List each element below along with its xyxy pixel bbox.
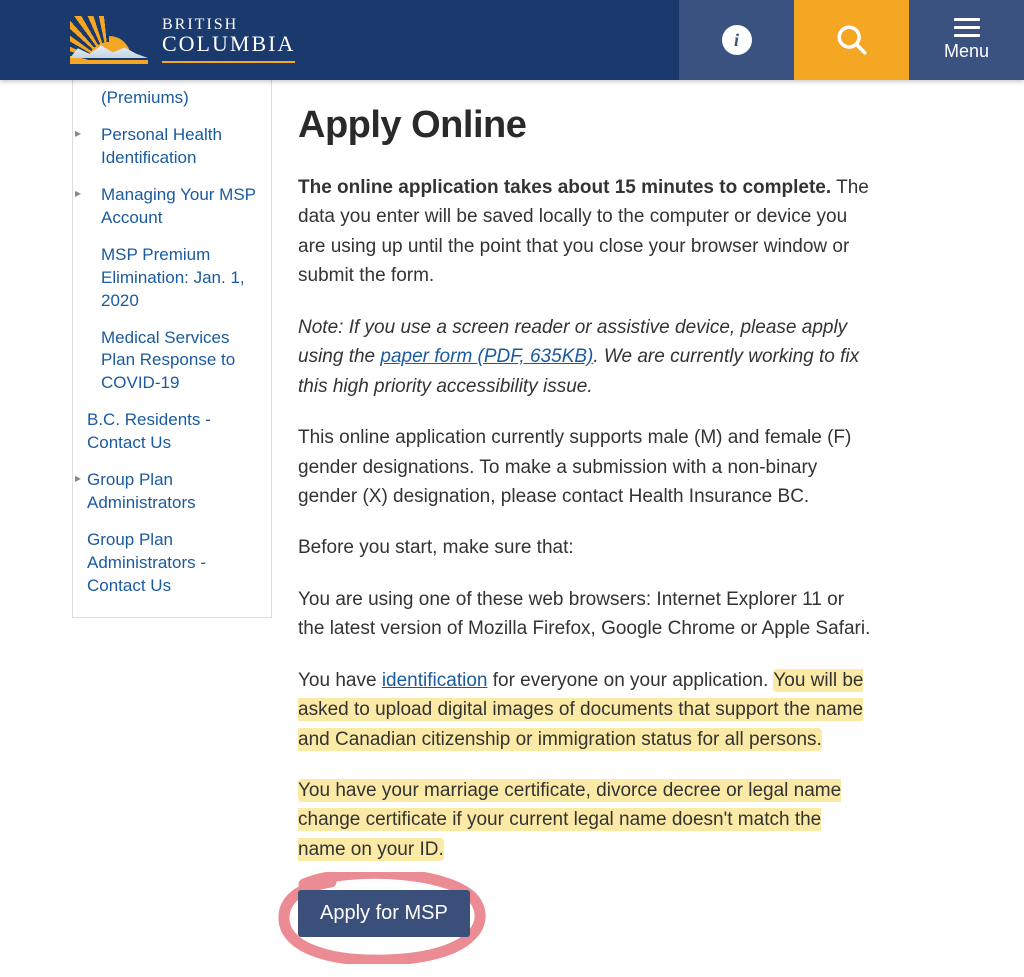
- search-button[interactable]: [794, 0, 909, 80]
- marriage-cert-paragraph: You have your marriage certificate, divo…: [298, 776, 874, 864]
- sidebar-item-group-plan-contact[interactable]: Group Plan Administrators - Contact Us: [73, 522, 271, 605]
- hamburger-icon: [954, 18, 980, 37]
- page-title: Apply Online: [298, 104, 874, 147]
- info-icon: i: [722, 25, 752, 55]
- note-paragraph: Note: If you use a screen reader or assi…: [298, 313, 874, 401]
- sidebar-item-premium-elimination[interactable]: MSP Premium Elimination: Jan. 1, 2020: [73, 237, 271, 320]
- identification-paragraph: You have identification for everyone on …: [298, 666, 874, 754]
- sidebar-item-managing-msp[interactable]: Managing Your MSP Account: [73, 177, 271, 237]
- sidebar-item-residents-contact[interactable]: B.C. Residents - Contact Us: [73, 402, 271, 462]
- sidebar-item-covid-response[interactable]: Medical Services Plan Response to COVID-…: [73, 320, 271, 403]
- main-content: Apply Online The online application take…: [272, 80, 952, 977]
- bc-sun-icon: [70, 16, 148, 64]
- highlight-name-change: You have your marriage certificate, divo…: [298, 779, 841, 861]
- search-icon: [835, 23, 869, 57]
- sidebar-item-group-plan-admins[interactable]: Group Plan Administrators: [73, 462, 271, 522]
- brand-logo[interactable]: BRITISH COLUMBIA: [0, 16, 295, 64]
- site-header: BRITISH COLUMBIA i Menu: [0, 0, 1024, 80]
- sidebar-item-premiums[interactable]: (Premiums): [73, 80, 271, 117]
- gender-paragraph: This online application currently suppor…: [298, 423, 874, 511]
- menu-button[interactable]: Menu: [909, 0, 1024, 80]
- intro-paragraph: The online application takes about 15 mi…: [298, 173, 874, 291]
- before-start-paragraph: Before you start, make sure that:: [298, 533, 874, 562]
- info-button[interactable]: i: [679, 0, 794, 80]
- brand-text: BRITISH COLUMBIA: [162, 17, 295, 63]
- apply-for-msp-button[interactable]: Apply for MSP: [298, 890, 470, 937]
- sidebar-item-personal-health-id[interactable]: Personal Health Identification: [73, 117, 271, 177]
- sidebar-nav: (Premiums) Personal Health Identificatio…: [72, 80, 272, 977]
- identification-link[interactable]: identification: [382, 670, 488, 691]
- menu-label: Menu: [944, 41, 989, 62]
- browser-paragraph: You are using one of these web browsers:…: [298, 585, 874, 644]
- paper-form-link[interactable]: paper form (PDF, 635KB): [380, 346, 593, 367]
